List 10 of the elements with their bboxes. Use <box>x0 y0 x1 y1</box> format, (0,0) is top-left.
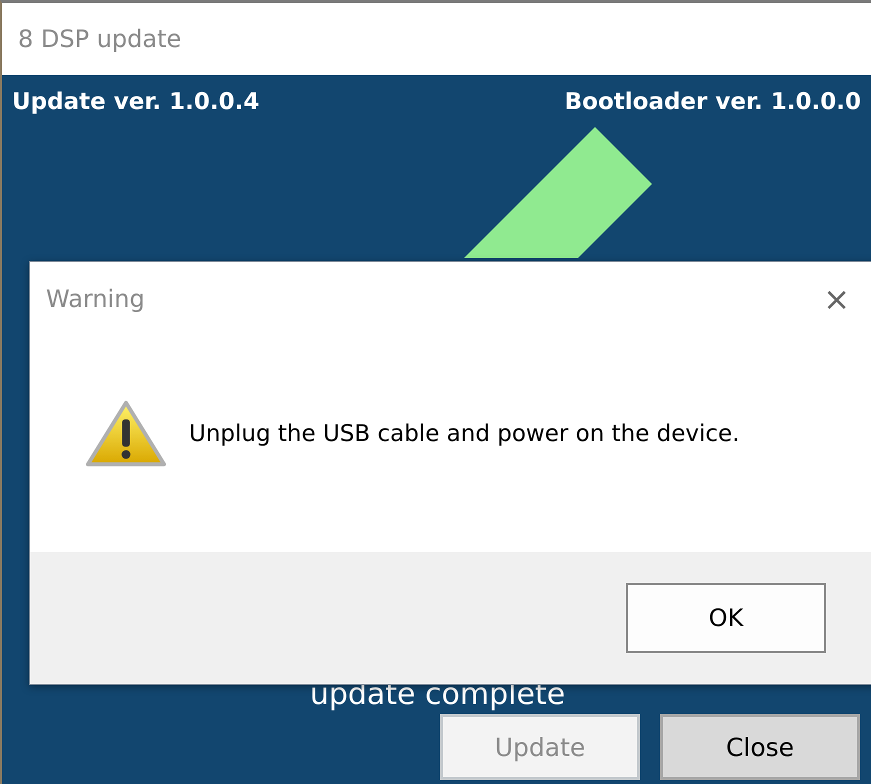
warning-message: Unplug the USB cable and power on the device. <box>189 421 740 447</box>
action-button[interactable]: Close <box>660 714 860 780</box>
warning-icon <box>85 399 167 469</box>
bootloader-version: Bootloader ver. 1.0.0.0 <box>564 89 861 115</box>
update-version: Update ver. 1.0.0.4 <box>12 89 260 115</box>
dialog-title: Warning <box>46 285 145 313</box>
window-title: 8 DSP update <box>18 25 182 53</box>
ok-button[interactable]: OK <box>626 583 826 653</box>
close-button[interactable]: × <box>819 283 854 315</box>
status-text: update complete <box>308 678 566 712</box>
